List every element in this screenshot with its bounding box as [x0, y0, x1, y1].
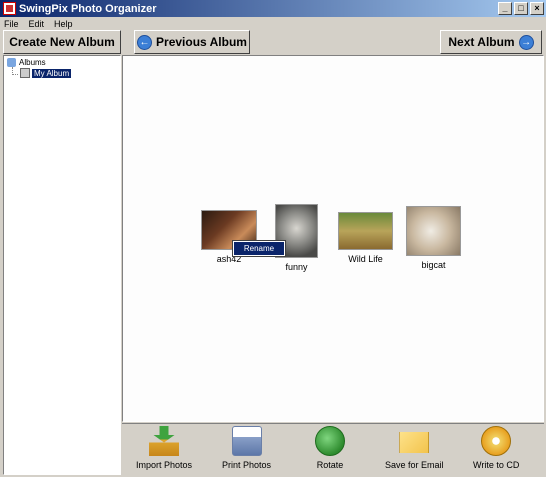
- photo-item[interactable]: funny: [275, 204, 318, 272]
- tree-root-albums[interactable]: Albums: [7, 58, 46, 67]
- photo-thumbnail[interactable]: [338, 212, 393, 250]
- window-controls: _ □ ×: [498, 2, 544, 15]
- rotate-button[interactable]: Rotate: [315, 426, 345, 470]
- import-photos-icon: [149, 426, 180, 456]
- title-bar: SwingPix Photo Organizer _ □ ×: [0, 0, 546, 17]
- photo-item[interactable]: bigcat: [406, 206, 461, 270]
- arrow-right-icon: →: [518, 34, 534, 50]
- app-icon: [3, 2, 16, 15]
- tree-item-my-album[interactable]: My Album: [20, 68, 72, 78]
- create-new-album-button[interactable]: Create New Album: [3, 30, 121, 54]
- albums-folder-icon: [7, 58, 16, 67]
- printer-icon: [231, 426, 262, 456]
- create-new-album-label: Create New Album: [9, 35, 115, 49]
- print-photos-button[interactable]: Print Photos: [222, 426, 271, 470]
- previous-album-label: Previous Album: [156, 35, 247, 49]
- photo-label: Wild Life: [348, 254, 383, 264]
- import-photos-button[interactable]: Import Photos: [136, 426, 192, 470]
- save-for-email-button[interactable]: Save for Email: [385, 426, 444, 470]
- photo-thumbnail[interactable]: [406, 206, 461, 256]
- rename-menu-item[interactable]: Rename: [244, 244, 274, 253]
- write-to-cd-button[interactable]: Write to CD: [473, 426, 519, 470]
- save-for-email-label: Save for Email: [385, 460, 444, 470]
- print-photos-label: Print Photos: [222, 460, 272, 470]
- menu-edit[interactable]: Edit: [29, 19, 45, 29]
- window-title: SwingPix Photo Organizer: [19, 2, 157, 15]
- cd-disc-icon: [481, 426, 512, 456]
- tree-item-label: My Album: [32, 68, 72, 78]
- maximize-button[interactable]: □: [514, 2, 528, 15]
- next-album-label: Next Album: [448, 35, 515, 49]
- minimize-button[interactable]: _: [498, 2, 512, 15]
- menu-file[interactable]: File: [4, 19, 19, 29]
- menu-bar: File Edit Help: [0, 17, 546, 31]
- photo-item[interactable]: Wild Life: [338, 212, 393, 264]
- album-tree: Albums My Album: [3, 55, 121, 475]
- rotate-label: Rotate: [316, 460, 344, 470]
- photo-label: funny: [285, 262, 308, 272]
- email-envelope-icon: [399, 432, 430, 453]
- rotate-icon: [315, 426, 345, 456]
- import-photos-label: Import Photos: [136, 460, 193, 470]
- menu-help[interactable]: Help: [54, 19, 73, 29]
- photo-label: bigcat: [421, 260, 446, 270]
- next-album-button[interactable]: Next Album →: [440, 30, 542, 54]
- tree-connector: [12, 74, 18, 75]
- arrow-left-icon: ←: [137, 34, 153, 50]
- photo-area: [122, 55, 544, 422]
- context-menu-rename[interactable]: Rename: [232, 240, 286, 257]
- previous-album-button[interactable]: ← Previous Album: [134, 30, 250, 54]
- write-to-cd-label: Write to CD: [473, 460, 520, 470]
- close-button[interactable]: ×: [530, 2, 544, 15]
- tree-root-label: Albums: [19, 58, 46, 67]
- album-icon: [20, 68, 30, 78]
